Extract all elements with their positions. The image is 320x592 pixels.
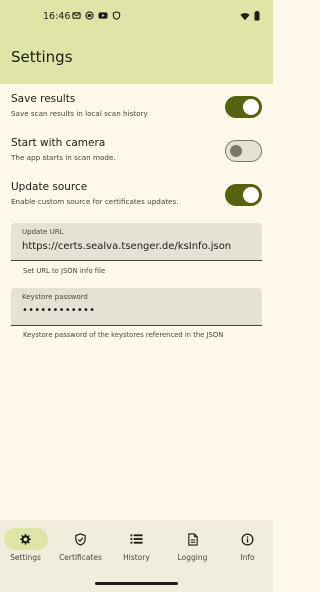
- nav-icon-container: [59, 528, 103, 550]
- save-results-toggle[interactable]: [225, 96, 262, 118]
- status-notification-icons: [72, 11, 121, 20]
- update-url-input[interactable]: https://certs.sealva.tsenger.de/ksInfo.j…: [22, 241, 231, 252]
- keystore-password-input[interactable]: ••••••••••••: [22, 305, 95, 316]
- keystore-password-helper: Keystore password of the keystores refer…: [23, 331, 224, 339]
- app-icon: [85, 11, 94, 20]
- status-time: 16:46: [43, 11, 71, 22]
- nav-label: Info: [240, 553, 255, 562]
- list-icon: [130, 534, 143, 544]
- document-icon: [187, 532, 198, 546]
- nav-icon-container: [226, 528, 270, 550]
- battery-icon: [254, 11, 260, 21]
- update-url-helper: Set URL to JSON info file: [23, 267, 106, 275]
- nav-icon-container: [171, 528, 215, 550]
- wifi-icon: [240, 12, 250, 20]
- shield-icon: [112, 11, 121, 20]
- nav-label: History: [123, 553, 150, 562]
- gesture-area: [0, 572, 273, 592]
- mail-icon: [72, 12, 81, 19]
- youtube-icon: [98, 12, 108, 19]
- page-title: Settings: [11, 48, 73, 66]
- toggle-knob: [243, 187, 259, 203]
- nav-item-info[interactable]: Info: [220, 520, 275, 572]
- gesture-handle[interactable]: [95, 582, 178, 585]
- nav-active-indicator: [3, 528, 48, 550]
- status-system-icons: [240, 11, 260, 21]
- update-source-toggle[interactable]: [225, 184, 262, 206]
- nav-icon-container: [115, 528, 159, 550]
- toggle-knob: [229, 144, 242, 157]
- nav-item-logging[interactable]: Logging: [165, 520, 220, 572]
- bottom-navigation: Settings Certificates History Logging In…: [0, 520, 273, 572]
- keystore-password-field[interactable]: Keystore password ••••••••••••: [11, 288, 262, 326]
- setting-description: Save scan results in local scan history: [11, 109, 148, 118]
- status-bar: 16:46: [0, 0, 273, 36]
- nav-label: Settings: [10, 553, 41, 562]
- app-bar: Settings: [0, 36, 273, 84]
- setting-description: Enable custom source for certificates up…: [11, 197, 179, 206]
- setting-title: Start with camera: [11, 137, 106, 149]
- nav-label: Certificates: [59, 553, 102, 562]
- field-label: Update URL: [22, 228, 64, 236]
- nav-item-settings[interactable]: Settings: [0, 520, 53, 572]
- setting-description: The app starts in scan mode.: [11, 153, 116, 162]
- start-with-camera-toggle[interactable]: [225, 140, 262, 162]
- certificate-icon: [75, 532, 86, 546]
- update-url-field[interactable]: Update URL https://certs.sealva.tsenger.…: [11, 223, 262, 261]
- nav-item-history[interactable]: History: [109, 520, 164, 572]
- toggle-knob: [243, 99, 259, 115]
- gear-icon: [20, 533, 31, 545]
- nav-item-certificates[interactable]: Certificates: [53, 520, 108, 572]
- setting-title: Save results: [11, 93, 76, 105]
- setting-title: Update source: [11, 181, 88, 193]
- field-label: Keystore password: [22, 293, 88, 301]
- info-icon: [241, 533, 254, 545]
- nav-label: Logging: [177, 553, 208, 562]
